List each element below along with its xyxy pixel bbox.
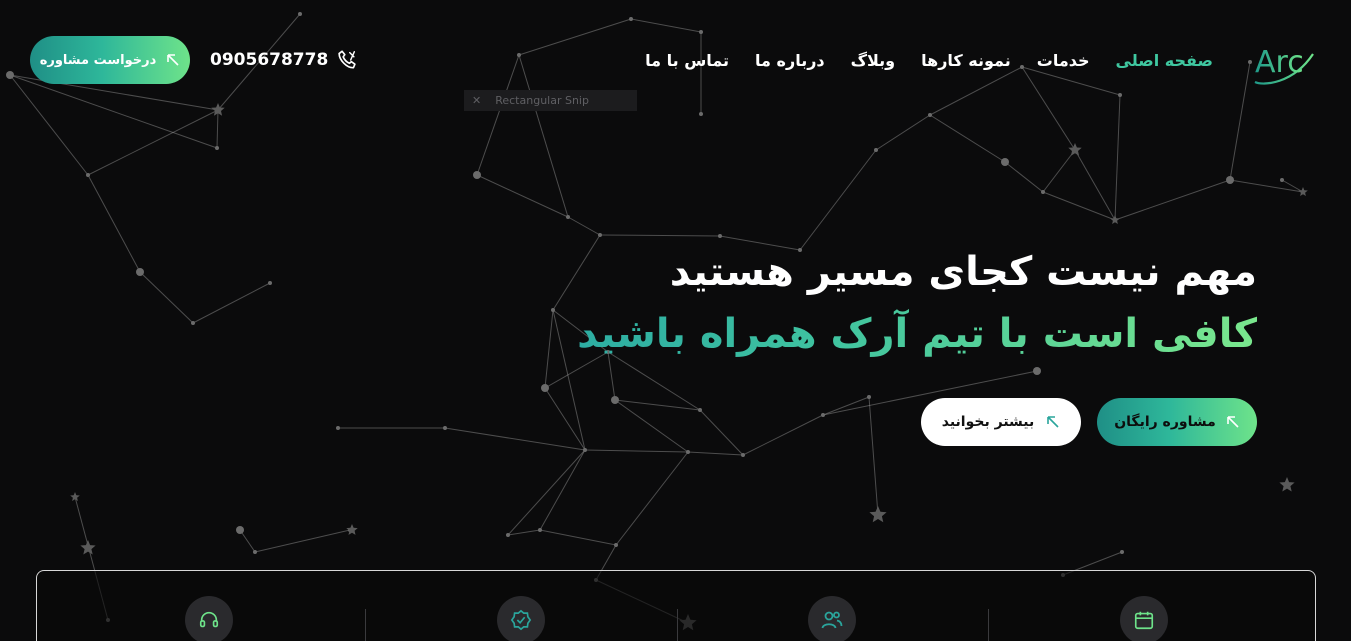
snip-tool-label: ✕ Rectangular Snip <box>464 90 637 111</box>
divider <box>677 609 678 641</box>
main-nav: صفحه اصلی خدمات نمونه کارها وبلاگ درباره… <box>645 48 1213 72</box>
snip-close-icon: ✕ <box>472 94 482 107</box>
read-more-label: بیشتر بخوانید <box>941 414 1035 430</box>
nav-item-contact[interactable]: تماس با ما <box>645 51 729 70</box>
verified-icon <box>497 596 545 641</box>
nav-item-home[interactable]: صفحه اصلی <box>1116 51 1213 70</box>
request-consultation-label: درخواست مشاوره <box>39 52 157 68</box>
phone-contact[interactable]: 0905678778 <box>210 46 358 74</box>
arrow-up-left-icon <box>1047 416 1059 428</box>
phone-number[interactable]: 0905678778 <box>210 50 328 70</box>
nav-item-about[interactable]: درباره ما <box>755 51 825 70</box>
nav-item-blog[interactable]: وبلاگ <box>851 51 895 70</box>
free-consultation-button[interactable]: مشاوره رایگان <box>1097 398 1257 446</box>
arc-logo[interactable]: Arc <box>1249 34 1321 88</box>
divider <box>988 609 989 641</box>
read-more-button[interactable]: بیشتر بخوانید <box>921 398 1081 446</box>
arrow-up-left-icon <box>1226 416 1239 428</box>
free-consultation-label: مشاوره رایگان <box>1114 414 1216 430</box>
hero-title: مهم نیست کجای مسیر هستید <box>669 249 1257 295</box>
divider <box>365 609 366 641</box>
features-card <box>36 570 1316 641</box>
snip-text: Rectangular Snip <box>495 94 589 107</box>
calendar-icon <box>1120 596 1168 641</box>
request-consultation-button[interactable]: درخواست مشاوره <box>30 36 190 84</box>
arrow-up-left-icon <box>167 54 179 66</box>
hero-subtitle: کافی است با تیم آرک همراه باشید <box>537 304 1257 364</box>
nav-item-services[interactable]: خدمات <box>1037 51 1090 70</box>
headset-icon <box>185 596 233 641</box>
svg-text:Arc: Arc <box>1255 45 1304 80</box>
users-icon <box>808 596 856 641</box>
nav-item-portfolio[interactable]: نمونه کارها <box>921 51 1011 70</box>
phone-icon <box>338 50 357 69</box>
